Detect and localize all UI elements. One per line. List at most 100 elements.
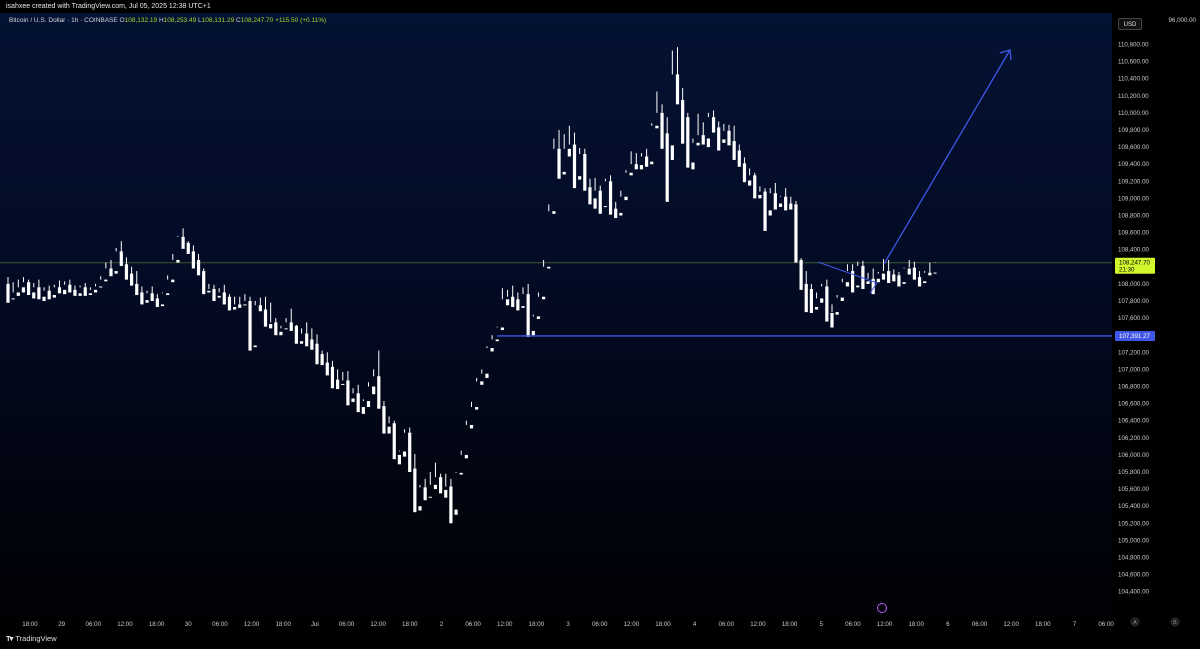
candle-body xyxy=(727,130,731,146)
candle-body xyxy=(382,406,386,434)
price-tick-label: 104,400.00 xyxy=(1118,589,1150,596)
candle-body xyxy=(37,287,41,300)
candle-body xyxy=(402,451,407,457)
candle-body xyxy=(52,295,56,298)
time-tick-label: 06:00 xyxy=(719,621,735,628)
price-tick-label: 106,600.00 xyxy=(1118,401,1150,408)
candle-body xyxy=(320,354,324,366)
candle-body xyxy=(63,289,67,295)
candle-body xyxy=(619,212,623,216)
time-tick-label: 3 xyxy=(566,621,570,628)
axis-mode-label: B xyxy=(1173,620,1177,626)
candle-body xyxy=(392,423,396,460)
candle-body xyxy=(233,306,237,310)
candle-body xyxy=(773,193,777,210)
candle-body xyxy=(176,259,180,263)
candle-body xyxy=(32,292,36,299)
candle-body xyxy=(428,496,432,498)
candle-body xyxy=(413,468,417,513)
candle-body xyxy=(243,304,247,306)
price-tick-label: 105,600.00 xyxy=(1118,486,1150,493)
candle-body xyxy=(835,312,839,315)
candle-body xyxy=(57,287,62,294)
price-tick-label: 105,800.00 xyxy=(1118,469,1150,476)
time-tick-label: 06:00 xyxy=(972,621,988,628)
price-tick-label: 104,600.00 xyxy=(1118,572,1150,579)
candle-body xyxy=(588,187,592,205)
time-tick-label: 06:00 xyxy=(1098,621,1114,628)
candle-body xyxy=(933,272,937,274)
projection-arrow xyxy=(883,49,1011,265)
price-tick-label: 107,800.00 xyxy=(1118,298,1150,305)
candle-body xyxy=(346,380,350,406)
candle-body xyxy=(917,277,922,287)
candle-body xyxy=(269,324,273,329)
candle-body xyxy=(336,379,340,390)
candle-body xyxy=(681,100,685,144)
candle-body xyxy=(804,283,808,313)
candle-body xyxy=(557,148,561,179)
candle-body xyxy=(99,286,103,288)
candle-body xyxy=(583,153,587,191)
time-tick-label: 18:00 xyxy=(402,621,418,628)
time-tick-label: 06:00 xyxy=(592,621,608,628)
price-tick-label: 110,800.00 xyxy=(1118,42,1149,49)
candle-body xyxy=(711,117,716,133)
candle-body xyxy=(140,292,144,305)
candle-body xyxy=(279,331,283,336)
candle-body xyxy=(645,156,649,167)
countdown-timer: 21:30 xyxy=(1119,267,1135,274)
candle-body xyxy=(639,165,644,170)
candlestick-chart: 110,800.00 110,600.00 110,400.00 110,200.00… xyxy=(0,0,1197,628)
candle-body xyxy=(480,381,484,385)
candle-body xyxy=(887,271,891,284)
candle-body xyxy=(912,267,916,280)
price-tick-label: 104,800.00 xyxy=(1118,555,1150,562)
candle-body xyxy=(634,164,638,170)
candle-body xyxy=(552,211,556,214)
candle-body xyxy=(531,330,535,336)
candle-body xyxy=(876,278,880,283)
candle-body xyxy=(809,289,813,313)
candle-body xyxy=(475,407,479,410)
candle-body xyxy=(73,289,77,296)
time-tick-label: 12:00 xyxy=(244,621,260,628)
candle-body xyxy=(418,506,422,511)
candle-body xyxy=(691,162,695,170)
price-tick-label: 105,200.00 xyxy=(1118,520,1150,527)
time-tick-label: 18:00 xyxy=(655,621,671,628)
candle-body xyxy=(717,127,721,151)
candle-body xyxy=(366,401,371,408)
time-tick-label: 12:00 xyxy=(117,621,133,628)
candle-body xyxy=(351,398,355,402)
price-tick-label: 106,400.00 xyxy=(1118,418,1150,425)
price-tick-label: 109,400.00 xyxy=(1118,161,1150,168)
candle-body xyxy=(511,296,515,307)
candle-body xyxy=(845,282,850,287)
candle-body xyxy=(299,341,304,344)
candle-body xyxy=(603,206,607,208)
candle-body xyxy=(433,484,438,490)
candle-body xyxy=(593,198,597,209)
price-tick-label: 110,400.00 xyxy=(1118,76,1149,83)
candle-body xyxy=(202,271,206,295)
candle-body xyxy=(227,296,232,311)
candle-body xyxy=(325,362,329,376)
candle-body xyxy=(758,194,762,199)
candle-body xyxy=(614,208,618,219)
candle-body xyxy=(536,316,541,319)
time-tick-label: 30 xyxy=(185,621,192,628)
candle-body xyxy=(660,112,664,149)
time-tick-label: 12:00 xyxy=(624,621,640,628)
candle-body xyxy=(305,333,309,347)
candle-body xyxy=(16,292,20,296)
candle-body xyxy=(207,290,211,293)
candle-body xyxy=(572,144,577,189)
price-tick-label: 107,200.00 xyxy=(1118,349,1150,356)
price-tick-label: 110,600.00 xyxy=(1118,59,1149,66)
candle-body xyxy=(160,304,165,307)
candle-body xyxy=(624,196,628,201)
candle-body xyxy=(814,306,819,310)
candle-body xyxy=(608,181,613,215)
scale-tick-label: 96,000.00 xyxy=(1168,17,1196,24)
